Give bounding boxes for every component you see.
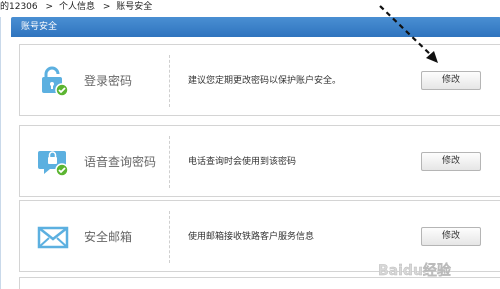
divider	[169, 55, 170, 107]
breadcrumb: 的12306 > 个人信息 > 账号安全	[0, 1, 155, 13]
modify-voice-password-button[interactable]: 修改	[421, 152, 481, 171]
card-description: 电话查询时会使用到该密码	[188, 157, 297, 167]
breadcrumb-item-home[interactable]: 的12306	[0, 2, 38, 12]
lock-check-icon	[37, 65, 69, 97]
annotation-arrow-icon	[379, 5, 438, 63]
modify-login-password-button[interactable]: 修改	[421, 71, 481, 90]
card-description: 建议您定期更改密码以保护账户安全。	[188, 76, 342, 86]
breadcrumb-separator: >	[102, 2, 111, 12]
speech-bubble-check-icon	[37, 146, 69, 178]
baidu-watermark: Baidu经验	[376, 259, 496, 281]
divider	[169, 211, 170, 263]
card-title: 登录密码	[84, 74, 133, 88]
breadcrumb-item-personal-info[interactable]: 个人信息	[59, 2, 95, 12]
card-description: 使用邮箱接收铁路客户服务信息	[188, 232, 315, 242]
envelope-icon	[37, 221, 69, 253]
modify-security-email-button[interactable]: 修改	[421, 227, 481, 246]
card-title: 安全邮箱	[84, 230, 133, 244]
panel-title: 账号安全	[21, 22, 58, 32]
watermark-text: Baidu经验	[378, 262, 452, 279]
breadcrumb-separator: >	[45, 2, 54, 12]
divider	[169, 136, 170, 188]
voice-query-password-card: 语音查询密码 电话查询时会使用到该密码 修改	[19, 125, 500, 197]
breadcrumb-item-account-security: 账号安全	[116, 2, 153, 12]
card-title: 语音查询密码	[84, 155, 157, 169]
